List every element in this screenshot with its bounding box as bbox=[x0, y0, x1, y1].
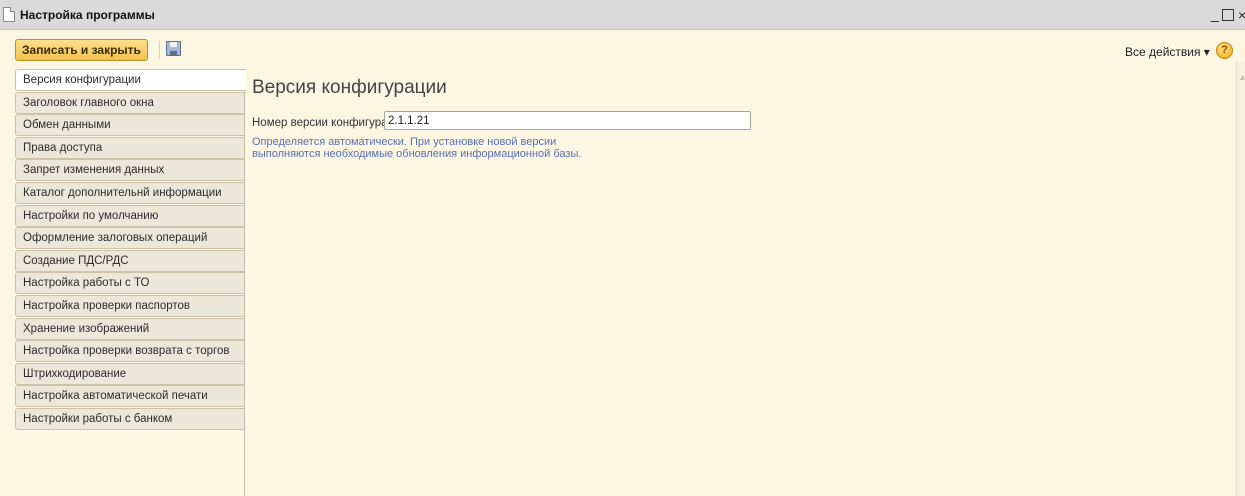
close-button[interactable]: × bbox=[1238, 8, 1245, 22]
sidebar-tab[interactable]: Настройки работы с банком bbox=[15, 408, 244, 430]
version-note: Определяется автоматически. При установк… bbox=[252, 136, 581, 160]
sidebar-tab[interactable]: Запрет изменения данных bbox=[15, 159, 244, 182]
all-actions-menu[interactable]: Все действия ▾ bbox=[1125, 45, 1210, 59]
minimize-button[interactable]: _ bbox=[1211, 7, 1219, 21]
version-note-line: Определяется автоматически. При установк… bbox=[252, 136, 557, 148]
sidebar-tab[interactable]: Оформление залоговых операций bbox=[15, 227, 244, 250]
version-note-line: выполняются необходимые обновления инфор… bbox=[252, 148, 582, 160]
sidebar-tab[interactable]: Обмен данными bbox=[15, 114, 244, 137]
version-field[interactable] bbox=[384, 111, 751, 130]
save-disk-icon[interactable] bbox=[166, 41, 181, 56]
settings-window: Настройка программы _ × Записать и закры… bbox=[0, 0, 1245, 496]
sidebar-tab[interactable]: Каталог дополнительнй информации bbox=[15, 182, 244, 204]
sidebar-tab[interactable]: Настройка работы с ТО bbox=[15, 272, 244, 295]
toolbar-separator bbox=[159, 41, 160, 59]
settings-sidebar: Версия конфигурации Заголовок главного ок… bbox=[15, 69, 246, 496]
sidebar-tab[interactable]: Создание ПДС/РДС bbox=[15, 249, 244, 272]
sidebar-tab[interactable]: Настройка проверки паспортов bbox=[15, 295, 244, 317]
scroll-up-icon[interactable]: ▲ bbox=[1238, 72, 1245, 82]
window-title: Настройка программы bbox=[20, 8, 155, 22]
maximize-button[interactable] bbox=[1222, 9, 1234, 21]
sidebar-tab[interactable]: Версия конфигурации bbox=[15, 69, 246, 91]
vertical-scrollbar[interactable] bbox=[1236, 62, 1245, 496]
page-title: Версия конфигурации bbox=[252, 77, 447, 98]
sidebar-tab[interactable]: Настройки по умолчанию bbox=[15, 204, 244, 227]
title-bar: Настройка программы _ × bbox=[0, 0, 1245, 30]
sidebar-tab[interactable]: Настройка проверки возврата с торгов bbox=[15, 340, 244, 363]
sidebar-tab[interactable]: Права доступа bbox=[15, 136, 244, 159]
document-icon bbox=[3, 7, 15, 22]
toolbar: Записать и закрыть Все действия ▾ ? bbox=[0, 30, 1245, 62]
sidebar-tab[interactable]: Хранение изображений bbox=[15, 317, 244, 340]
sidebar-tab[interactable]: Заголовок главного окна bbox=[15, 91, 244, 114]
sidebar-tab[interactable]: Штрихкодирование bbox=[15, 362, 244, 385]
save-and-close-button[interactable]: Записать и закрыть bbox=[15, 39, 148, 61]
help-icon[interactable]: ? bbox=[1216, 42, 1233, 59]
sidebar-tab[interactable]: Настройка автоматической печати bbox=[15, 385, 244, 408]
settings-content: Версия конфигурации Номер версии конфигу… bbox=[246, 62, 1236, 496]
